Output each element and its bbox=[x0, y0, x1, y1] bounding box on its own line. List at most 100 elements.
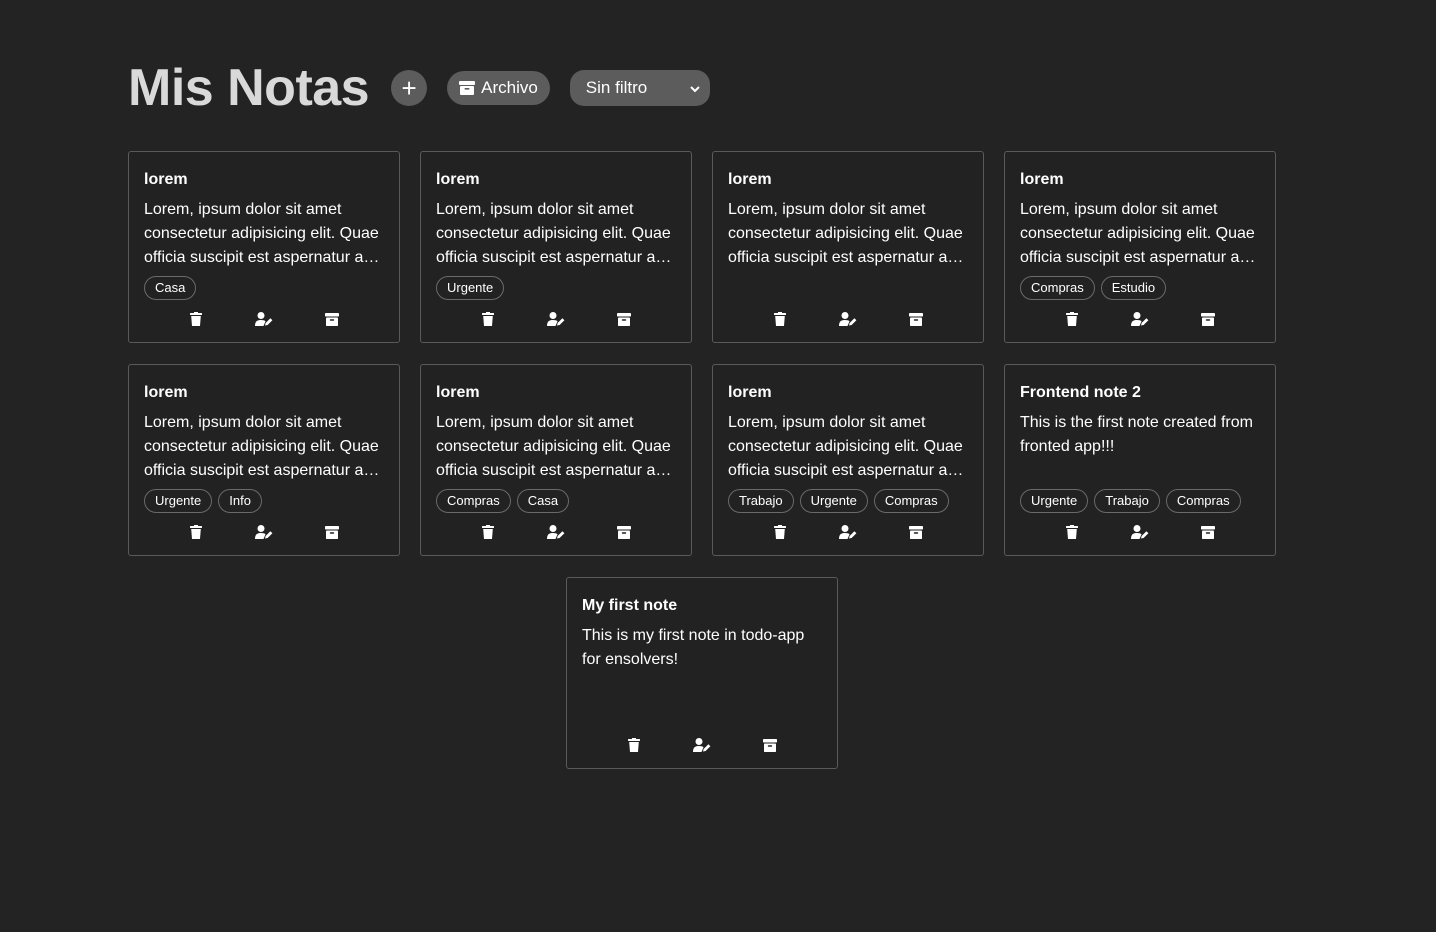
note-actions bbox=[179, 309, 349, 329]
trash-icon bbox=[1066, 312, 1078, 326]
page-header: Mis Notas + Archivo Sin filtro bbox=[128, 58, 710, 118]
tag-chip[interactable]: Trabajo bbox=[1094, 489, 1160, 513]
note-tags: Casa bbox=[144, 276, 197, 300]
delete-note-button[interactable] bbox=[471, 309, 505, 329]
delete-note-button[interactable] bbox=[763, 522, 797, 542]
trash-icon bbox=[190, 312, 202, 326]
archive-note-button[interactable] bbox=[315, 309, 349, 329]
edit-note-button[interactable] bbox=[247, 522, 281, 542]
trash-icon bbox=[190, 525, 202, 539]
trash-icon bbox=[774, 312, 786, 326]
archive-icon bbox=[325, 312, 339, 326]
edit-note-button[interactable] bbox=[1123, 309, 1157, 329]
delete-note-button[interactable] bbox=[179, 522, 213, 542]
tag-chip[interactable]: Compras bbox=[1165, 489, 1241, 513]
edit-note-button[interactable] bbox=[831, 522, 865, 542]
page-title: Mis Notas bbox=[128, 59, 370, 117]
archive-note-button[interactable] bbox=[899, 309, 933, 329]
tag-chip[interactable]: Urgente bbox=[144, 489, 213, 513]
edit-note-button[interactable] bbox=[685, 735, 719, 755]
delete-note-button[interactable] bbox=[617, 735, 651, 755]
archive-note-button[interactable] bbox=[1191, 309, 1225, 329]
tag-chip[interactable]: Estudio bbox=[1100, 276, 1167, 300]
archive-note-button[interactable] bbox=[1191, 522, 1225, 542]
trash-icon bbox=[482, 312, 494, 326]
note-body: This is the first note created from fron… bbox=[1020, 414, 1253, 455]
archive-icon bbox=[1201, 312, 1215, 326]
note-tags: Compras Casa bbox=[436, 489, 570, 513]
note-card: lorem Lorem, ipsum dolor sit amet consect… bbox=[128, 364, 400, 556]
archive-note-button[interactable] bbox=[753, 735, 787, 755]
note-title: Frontend note 2 bbox=[1020, 384, 1141, 401]
tag-chip[interactable]: Urgente bbox=[436, 276, 505, 300]
note-tags: Trabajo Urgente Compras bbox=[728, 489, 949, 513]
note-title: lorem bbox=[1020, 171, 1064, 188]
tag-chip[interactable]: Compras bbox=[873, 489, 949, 513]
tag-chip[interactable]: Compras bbox=[1020, 276, 1095, 300]
user-edit-icon bbox=[693, 738, 711, 752]
user-edit-icon bbox=[255, 312, 273, 326]
note-actions bbox=[471, 309, 641, 329]
user-edit-icon bbox=[547, 312, 565, 326]
note-actions bbox=[179, 522, 349, 542]
tag-chip[interactable]: Urgente bbox=[1020, 489, 1089, 513]
note-card: lorem Lorem, ipsum dolor sit amet consect… bbox=[1004, 151, 1276, 343]
edit-note-button[interactable] bbox=[539, 522, 573, 542]
tag-chip[interactable]: Casa bbox=[144, 276, 197, 300]
delete-note-button[interactable] bbox=[471, 522, 505, 542]
note-title: lorem bbox=[436, 171, 480, 188]
delete-note-button[interactable] bbox=[1055, 522, 1089, 542]
filter-select[interactable]: Sin filtro bbox=[569, 70, 710, 106]
note-tags: Urgente Info bbox=[144, 489, 262, 513]
delete-note-button[interactable] bbox=[1055, 309, 1089, 329]
archive-note-button[interactable] bbox=[607, 309, 641, 329]
note-body: This is my first note in todo-app for en… bbox=[582, 627, 805, 668]
add-note-button[interactable]: + bbox=[391, 70, 428, 106]
note-card: lorem Lorem, ipsum dolor sit amet consect… bbox=[420, 364, 692, 556]
note-body: Lorem, ipsum dolor sit amet consectetur … bbox=[144, 201, 380, 266]
delete-note-button[interactable] bbox=[763, 309, 797, 329]
edit-note-button[interactable] bbox=[539, 309, 573, 329]
edit-note-button[interactable] bbox=[831, 309, 865, 329]
trash-icon bbox=[628, 738, 640, 752]
archive-icon bbox=[909, 525, 923, 539]
note-tags: Urgente bbox=[436, 276, 505, 300]
user-edit-icon bbox=[839, 312, 857, 326]
archive-button[interactable]: Archivo bbox=[447, 71, 550, 105]
notes-grid: lorem Lorem, ipsum dolor sit amet consect… bbox=[128, 151, 1276, 769]
tag-chip[interactable]: Urgente bbox=[799, 489, 868, 513]
note-title: lorem bbox=[144, 171, 188, 188]
note-card: Frontend note 2 This is the first note cr… bbox=[1004, 364, 1276, 556]
note-actions bbox=[471, 522, 641, 542]
note-body: Lorem, ipsum dolor sit amet consectetur … bbox=[436, 414, 672, 479]
archive-icon bbox=[617, 312, 631, 326]
note-body: Lorem, ipsum dolor sit amet consectetur … bbox=[728, 414, 964, 479]
archive-note-button[interactable] bbox=[607, 522, 641, 542]
delete-note-button[interactable] bbox=[179, 309, 213, 329]
tag-chip[interactable]: Trabajo bbox=[728, 489, 794, 513]
user-edit-icon bbox=[1131, 525, 1149, 539]
archive-icon bbox=[325, 525, 339, 539]
note-card: lorem Lorem, ipsum dolor sit amet consect… bbox=[712, 151, 984, 343]
note-actions bbox=[617, 735, 787, 755]
edit-note-button[interactable] bbox=[1123, 522, 1157, 542]
trash-icon bbox=[774, 525, 786, 539]
tag-chip[interactable]: Casa bbox=[516, 489, 570, 513]
archive-note-button[interactable] bbox=[315, 522, 349, 542]
note-title: lorem bbox=[436, 384, 480, 401]
archive-note-button[interactable] bbox=[899, 522, 933, 542]
user-edit-icon bbox=[255, 525, 273, 539]
tag-chip[interactable]: Compras bbox=[436, 489, 511, 513]
note-actions bbox=[1055, 309, 1225, 329]
note-card: lorem Lorem, ipsum dolor sit amet consect… bbox=[712, 364, 984, 556]
user-edit-icon bbox=[839, 525, 857, 539]
note-actions bbox=[763, 309, 933, 329]
archive-icon bbox=[1201, 525, 1215, 539]
filter-select-value: Sin filtro bbox=[585, 78, 648, 97]
note-body: Lorem, ipsum dolor sit amet consectetur … bbox=[1020, 201, 1256, 266]
note-title: lorem bbox=[728, 171, 772, 188]
tag-chip[interactable]: Info bbox=[218, 489, 262, 513]
edit-note-button[interactable] bbox=[247, 309, 281, 329]
note-title: My first note bbox=[582, 597, 678, 614]
note-tags: Compras Estudio bbox=[1020, 276, 1167, 300]
